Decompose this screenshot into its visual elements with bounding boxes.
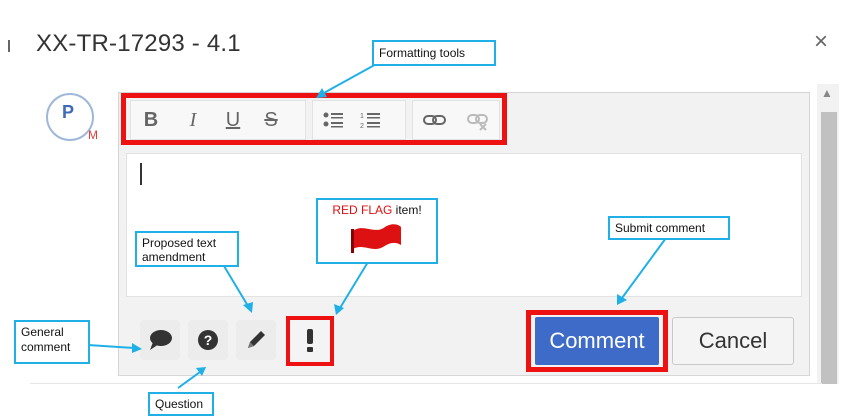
arrowhead-proposed bbox=[243, 302, 253, 313]
arrow-proposed bbox=[223, 265, 249, 307]
callout-formatting: Formatting tools bbox=[372, 40, 496, 66]
arrow-general bbox=[87, 344, 135, 349]
red-flag-label: RED FLAG bbox=[332, 203, 393, 217]
arrow-question bbox=[177, 371, 201, 389]
callout-red-flag: RED FLAG item! bbox=[316, 198, 438, 264]
callout-submit: Submit comment bbox=[608, 216, 730, 240]
arrowhead-general bbox=[132, 343, 142, 353]
callout-proposed: Proposed text amendment bbox=[135, 231, 239, 267]
callout-general: General comment bbox=[14, 320, 90, 364]
callout-question: Question bbox=[148, 392, 214, 416]
red-flag-suffix: item! bbox=[392, 203, 422, 217]
arrowhead-submit bbox=[617, 294, 627, 305]
arrow-formatting bbox=[321, 61, 381, 95]
arrow-submit bbox=[621, 237, 667, 299]
red-flag-icon bbox=[351, 224, 401, 253]
arrow-red-flag bbox=[339, 261, 369, 309]
